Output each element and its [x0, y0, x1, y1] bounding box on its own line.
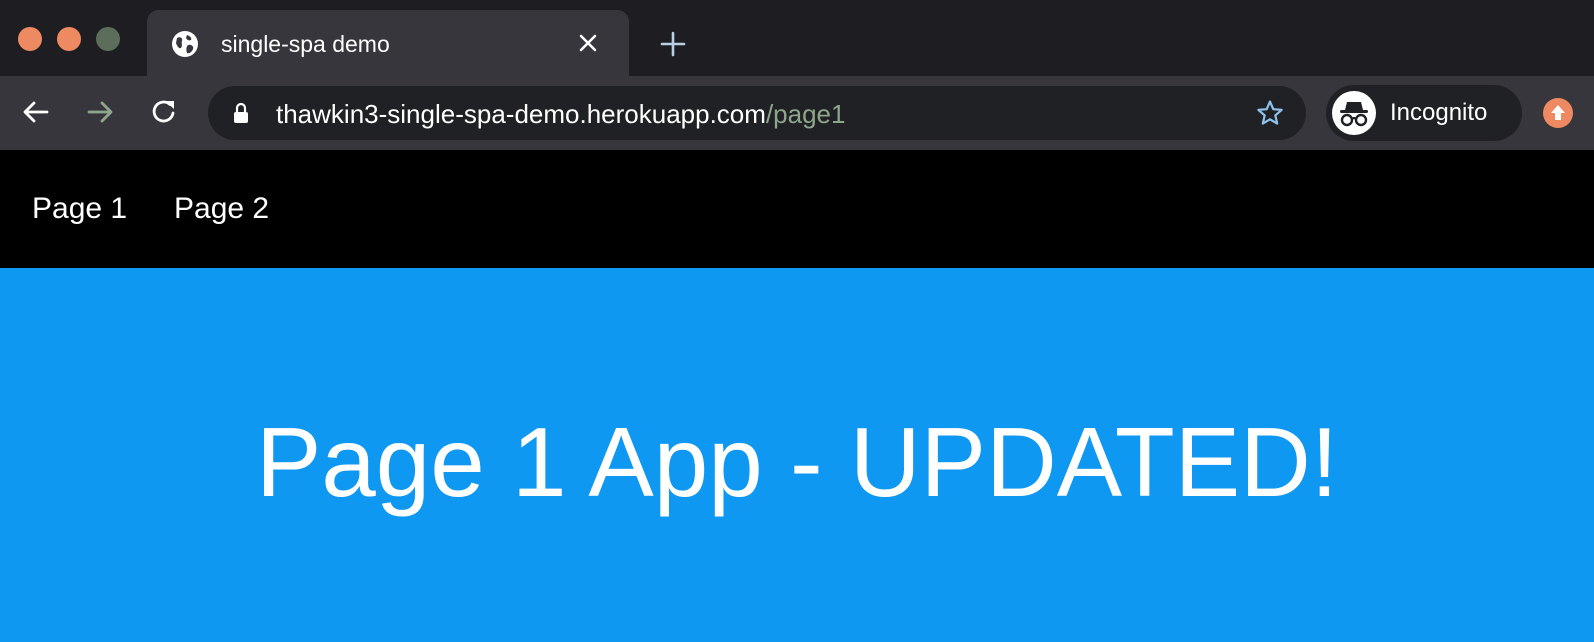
tab-title: single-spa demo	[221, 31, 390, 57]
browser-window: single-spa demo thawkin3-single-spa-demo…	[0, 0, 1594, 642]
globe-icon	[172, 31, 198, 57]
lock-icon[interactable]	[232, 102, 250, 124]
active-tab[interactable]: single-spa demo	[147, 10, 629, 76]
update-button[interactable]	[1543, 98, 1573, 128]
maximize-window-button[interactable]	[96, 27, 120, 51]
browser-toolbar: thawkin3-single-spa-demo.herokuapp.com/p…	[0, 76, 1594, 150]
minimize-window-button[interactable]	[57, 27, 81, 51]
profile-button[interactable]: Incognito	[1326, 85, 1522, 141]
url-host: thawkin3-single-spa-demo.herokuapp.com	[276, 99, 766, 129]
incognito-icon	[1340, 102, 1368, 127]
close-tab-icon[interactable]	[577, 32, 599, 54]
arrow-up-icon	[1551, 105, 1565, 120]
page-headline: Page 1 App - UPDATED!	[255, 407, 1339, 517]
url-path: /page1	[765, 99, 846, 129]
reload-icon[interactable]	[148, 96, 180, 128]
site-navbar: Page 1 Page 2	[0, 150, 1594, 268]
profile-label: Incognito	[1390, 99, 1488, 126]
page-content: Page 1 App - UPDATED!	[0, 268, 1594, 642]
back-arrow-icon[interactable]	[20, 96, 52, 128]
incognito-avatar	[1332, 91, 1376, 135]
forward-arrow-icon[interactable]	[84, 96, 116, 128]
nav-link-page-1[interactable]: Page 1	[32, 192, 127, 226]
plus-icon[interactable]	[660, 31, 686, 57]
bookmark-star-icon[interactable]	[1256, 99, 1284, 127]
url-text[interactable]: thawkin3-single-spa-demo.herokuapp.com/p…	[276, 99, 845, 130]
close-window-button[interactable]	[18, 27, 42, 51]
tab-strip: single-spa demo	[0, 0, 1594, 76]
address-bar[interactable]: thawkin3-single-spa-demo.herokuapp.com/p…	[208, 86, 1306, 140]
nav-link-page-2[interactable]: Page 2	[174, 192, 269, 226]
